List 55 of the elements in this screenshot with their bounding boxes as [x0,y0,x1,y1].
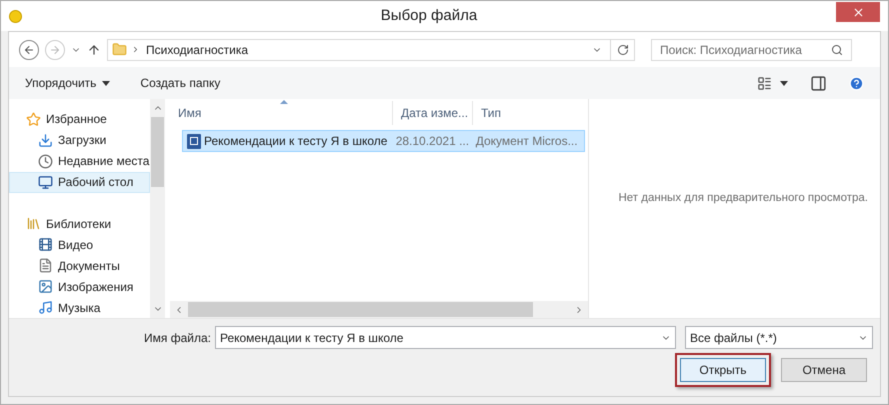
clock-icon [38,154,53,169]
sidebar-item[interactable]: Документы [9,255,150,276]
sort-indicator-icon [280,100,288,104]
window-icon [9,10,22,22]
sidebar-item[interactable]: Музыка [9,297,150,318]
sidebar-item[interactable]: Библиотеки [9,214,150,234]
image-icon [38,279,53,294]
sidebar-item[interactable]: Рабочий стол [9,172,150,193]
filename-field[interactable]: Рекомендации к тесту Я в школе [214,326,676,349]
path-text: Психодиагностика [146,42,250,58]
table-cell-text: Документ Micros... [476,133,578,150]
view-options-icon[interactable] [757,76,772,90]
refresh-icon[interactable] [616,44,628,56]
address-bar[interactable]: Психодиагностика [107,38,635,60]
cancel-button[interactable]: Отмена [781,358,867,382]
new-folder-button[interactable]: Создать папку [140,74,220,92]
back-button[interactable] [19,40,39,60]
download-icon [38,132,53,148]
sidebar-item[interactable]: Изображения [9,276,150,298]
table-cell-text: Рекомендации к тесту Я в школе [204,133,388,150]
column-header[interactable]: Дата изме... [392,101,472,125]
sidebar-item[interactable]: Недавние места [9,150,150,172]
back-arrow-icon [23,44,35,56]
library-icon [26,216,41,232]
column-header[interactable]: Тип [472,101,587,125]
file-row[interactable]: Рекомендации к тесту Я в школе 28.10.2021 ... Документ Micros... [182,130,585,152]
search-icon [831,44,843,56]
sidebar-item[interactable]: Загрузки [9,130,150,151]
word-document-icon [187,134,201,148]
view-dropdown-icon[interactable] [780,80,788,86]
sidebar-item[interactable]: Избранное [9,109,150,130]
up-button-icon[interactable] [87,42,101,56]
close-icon [852,6,864,18]
preview-pane-icon[interactable] [810,74,827,92]
file-type-dropdown[interactable]: Все файлы (*.*) [684,326,873,349]
search-field[interactable]: Поиск: Психодиагностика [651,38,852,60]
window-title: Выбор файла [380,6,478,26]
sidebar-item[interactable]: Видео [9,234,150,256]
forward-arrow-icon [49,44,61,56]
organize-button[interactable]: Упорядочить [25,74,110,92]
table-cell-text: 28.10.2021 ... [396,133,470,150]
help-icon[interactable] [849,76,864,90]
document-icon [38,258,53,274]
film-icon [38,237,53,252]
scrollbar-thumb[interactable] [151,117,164,187]
close-button[interactable] [836,2,880,22]
column-header[interactable]: Имя [170,101,392,125]
filename-label: Имя файла: [144,330,211,346]
folder-icon [112,42,127,57]
preview-message: Нет данных для предварительного просмотра. [618,190,868,206]
star-icon [26,112,41,127]
horizontal-scrollbar-thumb[interactable] [188,302,533,317]
music-icon [38,300,53,316]
monitor-icon [38,174,53,190]
open-button[interactable]: Открыть [680,358,766,382]
